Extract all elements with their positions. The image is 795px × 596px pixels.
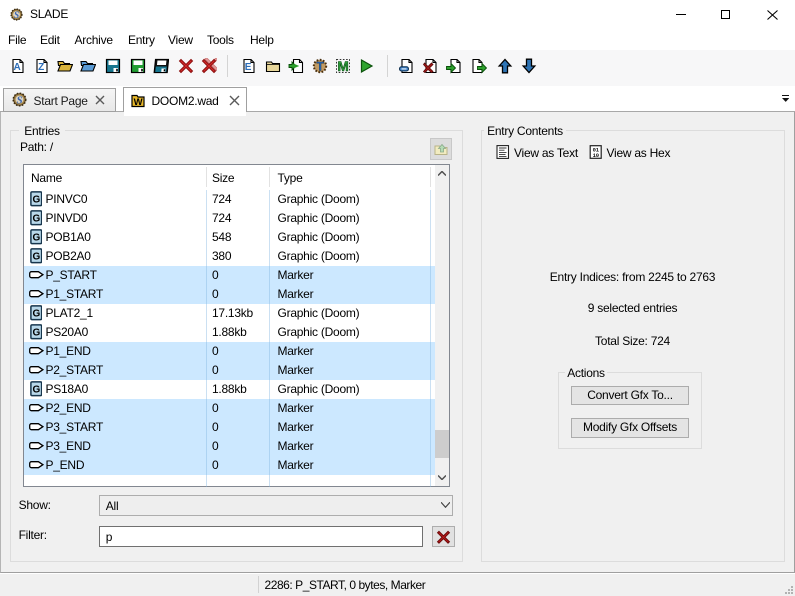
- svg-text:M: M: [338, 59, 349, 74]
- svg-text:W: W: [133, 97, 142, 108]
- svg-text:A: A: [14, 62, 21, 73]
- svg-text:G: G: [32, 233, 40, 244]
- svg-text:G: G: [32, 328, 40, 339]
- svg-text:G: G: [32, 214, 40, 225]
- svg-text:S: S: [17, 94, 23, 106]
- svg-text:E: E: [245, 62, 252, 73]
- svg-text:Z: Z: [38, 62, 44, 73]
- svg-text:10: 10: [593, 152, 599, 159]
- svg-text:S: S: [14, 11, 19, 21]
- svg-text:G: G: [32, 195, 40, 206]
- svg-text:T: T: [316, 59, 324, 73]
- svg-text:G: G: [32, 252, 40, 263]
- svg-text:G: G: [32, 309, 40, 320]
- svg-text:G: G: [32, 385, 40, 396]
